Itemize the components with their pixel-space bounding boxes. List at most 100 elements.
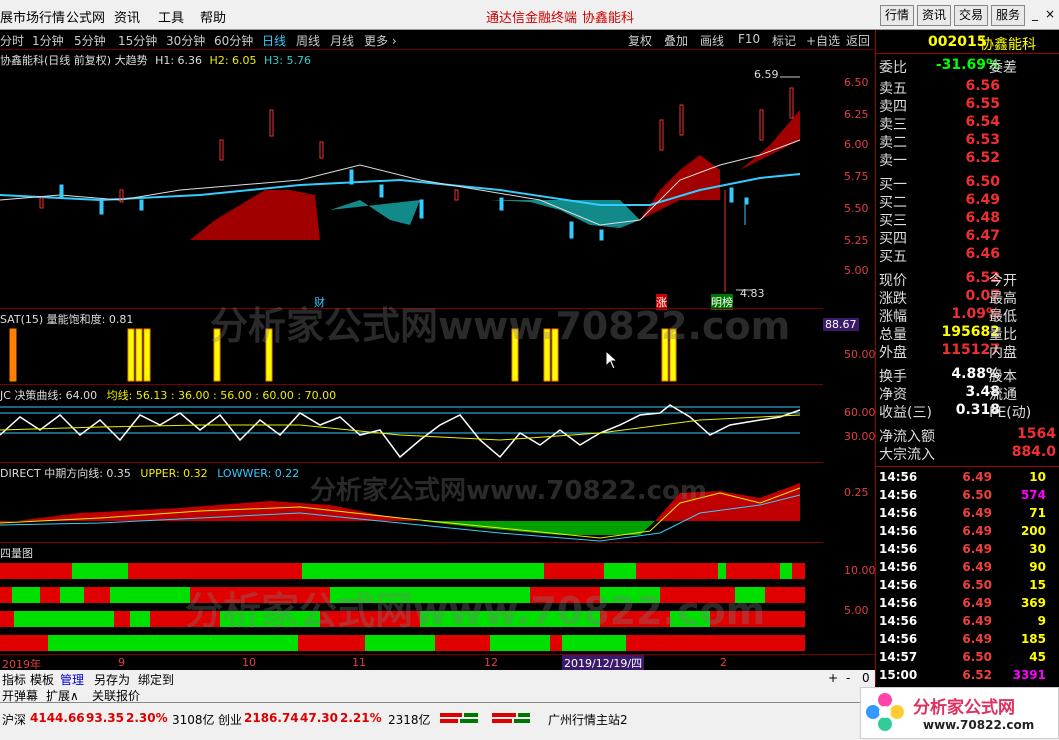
- sat-axis: 88.67 50.00: [823, 318, 876, 361]
- period-60min[interactable]: 60分钟: [214, 32, 253, 49]
- app-window: 展市场行情 公式网 资讯 工具 帮助 通达信金融终端 协鑫能科 行情 资讯 交易…: [0, 0, 1059, 740]
- sh-amount: 3108亿: [172, 713, 215, 727]
- trade-button[interactable]: 交易: [954, 5, 988, 26]
- server-label[interactable]: 广州行情主站2: [548, 711, 628, 728]
- tick-row: 14:57 6.50 45: [879, 650, 1046, 664]
- jc-axis: 60.00 30.00: [844, 406, 876, 443]
- jc-lines: [0, 404, 801, 459]
- mouse-cursor-icon: [605, 350, 619, 370]
- stock-name: 协鑫能科: [980, 37, 1036, 53]
- ask-row[interactable]: 卖四 6.55: [876, 96, 1059, 115]
- tick-row: 14:56 6.49 90: [879, 560, 1046, 574]
- flow-row: 大宗流入 884.0: [879, 444, 1056, 463]
- high-price-label: 6.59: [754, 68, 779, 81]
- bid-row[interactable]: 买五 6.46: [876, 246, 1059, 265]
- tab-save-as[interactable]: 另存为: [94, 671, 130, 688]
- tick-row: 14:56 6.50 574: [879, 488, 1046, 502]
- bid-row[interactable]: 买四 6.47: [876, 228, 1059, 247]
- cy-amount: 2318亿: [388, 713, 431, 727]
- menu-help[interactable]: 帮助: [200, 7, 226, 26]
- cy-label: 创业: [218, 713, 243, 727]
- tick-row: 14:56 6.49 369: [879, 596, 1046, 610]
- direct-axis: 0.25: [844, 486, 869, 499]
- watermark-2: 分析家公式网www.70822.com: [310, 476, 707, 506]
- stat-row: 收益(三) 0.318 PE(动): [879, 402, 1032, 421]
- period-15min[interactable]: 15分钟: [118, 32, 157, 49]
- period-weekly[interactable]: 周线: [296, 32, 320, 49]
- cy-breadth-icon: [492, 713, 530, 723]
- minimize-icon[interactable]: _: [1028, 5, 1042, 26]
- period-30min[interactable]: 30分钟: [166, 32, 205, 49]
- cy-percent: 2.21%: [340, 711, 382, 725]
- cy-change: 47.30: [300, 711, 338, 725]
- stat-row: 外盘 115127 内盘: [879, 342, 1017, 361]
- add-watchlist-button[interactable]: +自选: [806, 32, 840, 49]
- bid-row[interactable]: 买一 6.50: [876, 174, 1059, 193]
- tab-manage[interactable]: 管理: [60, 671, 84, 688]
- quote-panel: 002015 协鑫能科 委比 -31.69% 委差 卖五 6.56 卖四 6.55 …: [875, 30, 1059, 685]
- period-more[interactable]: 更多 ›: [364, 32, 397, 49]
- bid-row[interactable]: 买三 6.48: [876, 210, 1059, 229]
- ask-row[interactable]: 卖五 6.56: [876, 78, 1059, 97]
- period-1min[interactable]: 1分钟: [32, 32, 64, 49]
- logo-text: 分析家公式网: [913, 698, 1015, 718]
- bottom-toolbar: 指标 模板 管理 另存为 绑定到 开弹幕 扩展∧ 关联报价 + - 0: [0, 670, 875, 703]
- menu-formula[interactable]: 公式网: [66, 7, 105, 26]
- tick-row: 14:56 6.50 15: [879, 578, 1046, 592]
- tab-template[interactable]: 模板: [30, 671, 54, 688]
- flow-row: 净流入额 1564: [879, 426, 1056, 445]
- sat-badge: 88.67: [823, 318, 859, 331]
- tick-row: 14:56 6.49 71: [879, 506, 1046, 520]
- info-button[interactable]: 资讯: [917, 5, 951, 26]
- cy-value: 2186.74: [244, 711, 299, 725]
- draw-button[interactable]: 画线: [700, 32, 724, 49]
- brand-label: 通达信金融终端: [486, 11, 578, 26]
- ask-row[interactable]: 卖二 6.53: [876, 132, 1059, 151]
- service-button[interactable]: 服务: [991, 5, 1025, 26]
- sh-breadth-icon: [440, 713, 478, 723]
- stock-title: 协鑫能科: [582, 11, 635, 26]
- candle-chart: [0, 76, 801, 292]
- back-button[interactable]: 返回: [846, 32, 870, 49]
- tick-row: 14:56 6.49 185: [879, 632, 1046, 646]
- ask-row[interactable]: 卖一 6.52: [876, 150, 1059, 169]
- stat-row: 涨幅 1.09% 最低: [879, 306, 1017, 325]
- weibi-row: 委比 -31.69% 委差: [879, 57, 1017, 76]
- four-volume-axis: 10.00 5.00: [844, 564, 876, 617]
- period-5min[interactable]: 5分钟: [74, 32, 106, 49]
- site-logo: 分析家公式网 www.70822.com: [860, 687, 1059, 739]
- close-icon[interactable]: ×: [1043, 5, 1057, 26]
- stat-row: 总量 195682 量比: [879, 324, 1017, 343]
- jc-pane[interactable]: JC 决策曲线: 64.00 均线: 56.13 : 36.00 : 56.00…: [0, 384, 823, 462]
- watermark-1: 分析家公式网www.70822.com: [210, 304, 791, 348]
- menu-news[interactable]: 资讯: [114, 7, 140, 26]
- bid-row[interactable]: 买二 6.49: [876, 192, 1059, 211]
- period-bar: 分时 1分钟 5分钟 15分钟 30分钟 60分钟 日线 周线 月线 更多 › …: [0, 30, 875, 50]
- sh-label: 沪深: [2, 713, 27, 727]
- ask-row[interactable]: 卖三 6.54: [876, 114, 1059, 133]
- f10-button[interactable]: F10: [738, 32, 760, 46]
- tick-row: 14:56 6.49 9: [879, 614, 1046, 628]
- watermark-3: 分析家公式网www.70822.com: [185, 589, 766, 633]
- quote-button[interactable]: 行情: [880, 5, 914, 26]
- stock-code: 002015: [928, 34, 987, 50]
- tab-indicator[interactable]: 指标: [2, 671, 26, 688]
- date-axis: 2019年 9 10 11 12 2019/12/19/四 2: [0, 654, 875, 671]
- tab-bind-to[interactable]: 绑定到: [138, 671, 174, 688]
- candle-pane[interactable]: 协鑫能科(日线 前复权) 大趋势 H1: 6.36 H2: 6.05 H3: 5…: [0, 50, 823, 310]
- app-title: 展市场行情: [0, 11, 66, 26]
- stat-row: 涨跌 0.07 最高: [879, 288, 1017, 307]
- tick-row: 14:56 6.49 200: [879, 524, 1046, 538]
- mark-button[interactable]: 标记: [772, 32, 796, 49]
- zoom-out-button[interactable]: -: [846, 671, 850, 685]
- zoom-in-button[interactable]: +: [828, 671, 838, 685]
- overlay-button[interactable]: 叠加: [664, 32, 688, 49]
- period-monthly[interactable]: 月线: [330, 32, 354, 49]
- tick-row: 14:56 6.49 30: [879, 542, 1046, 556]
- restore-right-button[interactable]: 复权: [628, 32, 652, 49]
- menu-tools[interactable]: 工具: [158, 7, 184, 26]
- status-bar: 沪深 4144.66 93.35 2.30% 3108亿 创业 2186.74 …: [0, 687, 1059, 740]
- zoom-reset-button[interactable]: 0: [862, 671, 870, 685]
- period-daily[interactable]: 日线: [262, 32, 286, 49]
- period-intraday[interactable]: 分时: [0, 32, 24, 49]
